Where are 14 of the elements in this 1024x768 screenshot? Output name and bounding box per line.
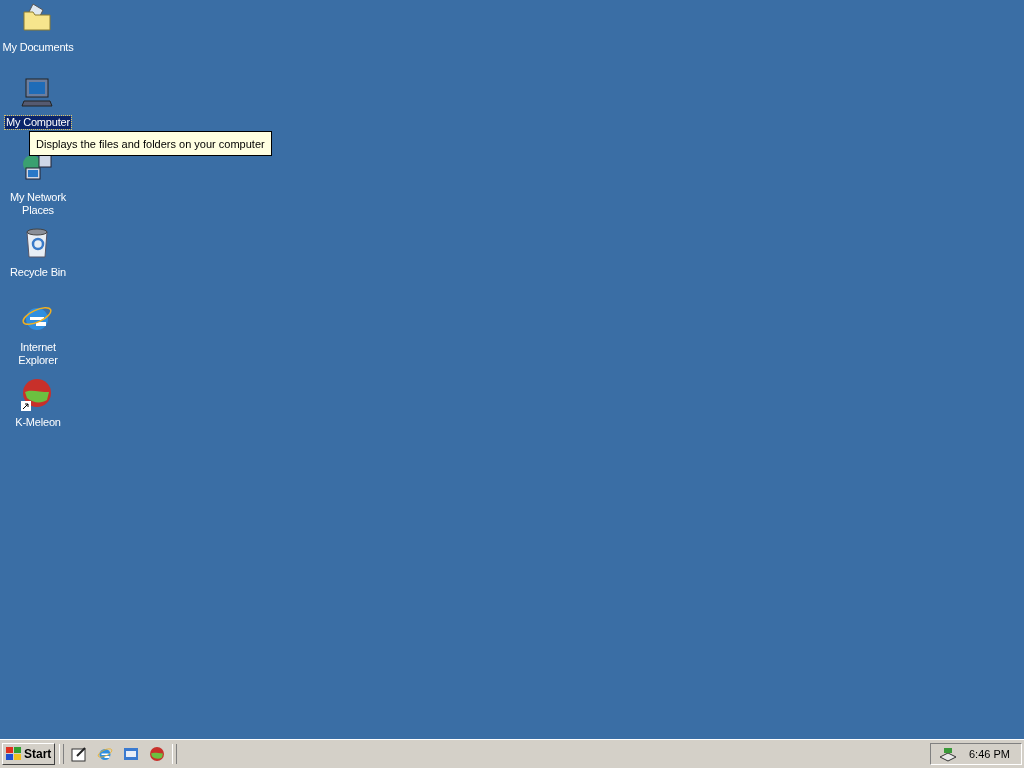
- tooltip: Displays the files and folders on your computer: [29, 131, 272, 156]
- desktop-icon-label[interactable]: My Documents: [1, 41, 75, 54]
- folder-icon: [21, 2, 53, 34]
- start-button[interactable]: Start: [2, 743, 56, 765]
- windows-logo-icon: [6, 747, 22, 761]
- desktop-icon-label[interactable]: My Computer: [5, 116, 71, 129]
- desktop-icon-label[interactable]: Recycle Bin: [9, 266, 67, 279]
- network-tray-icon: [939, 746, 957, 762]
- browser-icon: [97, 746, 114, 762]
- desktop-icon-label[interactable]: Internet Explorer: [0, 341, 76, 367]
- desktop-icon-label[interactable]: K-Meleon: [14, 416, 62, 429]
- computer-icon: [21, 77, 53, 109]
- desktop-icon-label[interactable]: My Network Places: [0, 191, 76, 217]
- clock[interactable]: 6:46 PM: [969, 748, 1010, 760]
